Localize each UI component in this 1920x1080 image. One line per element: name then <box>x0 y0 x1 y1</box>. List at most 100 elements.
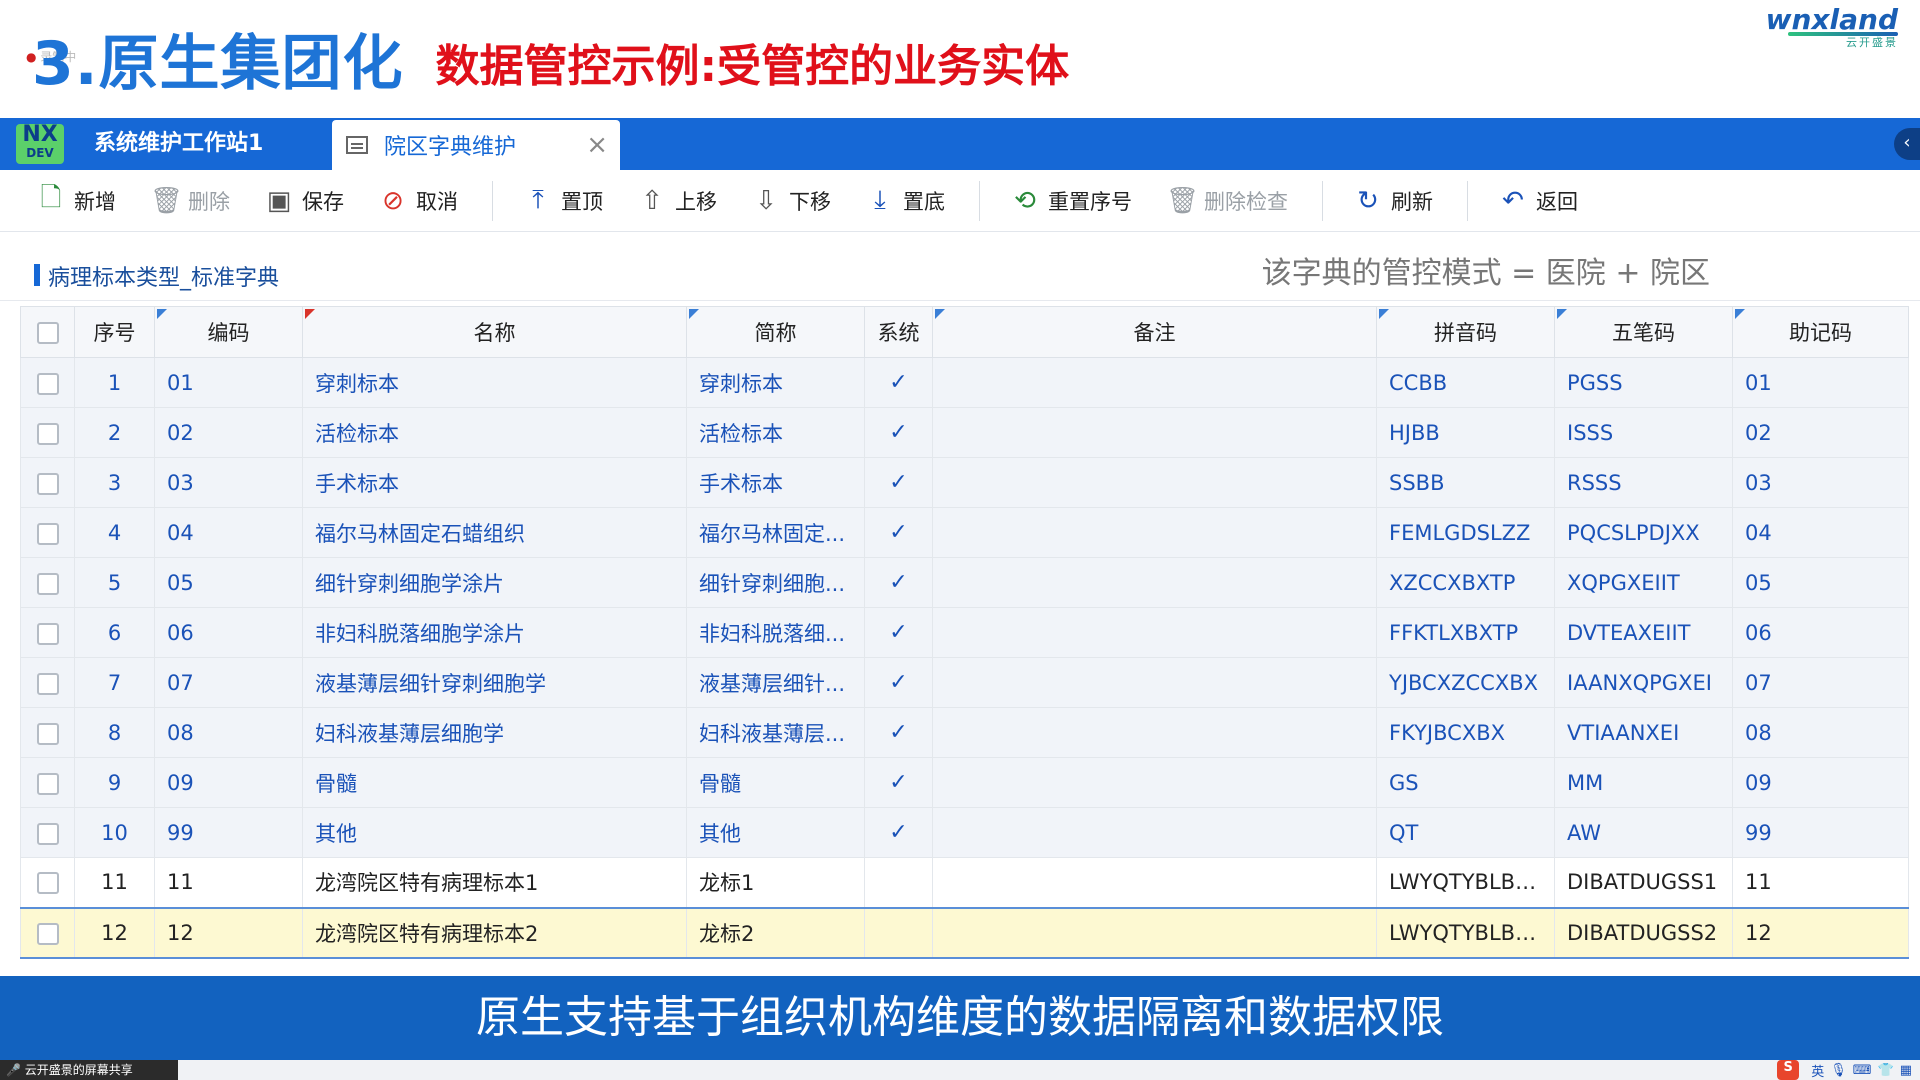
cell-seq[interactable]: 2 <box>74 407 155 458</box>
cell-code[interactable]: 06 <box>154 607 303 658</box>
row-checkbox[interactable] <box>36 672 59 695</box>
row-select-cell[interactable] <box>20 906 75 959</box>
cell-mnemonic[interactable]: 99 <box>1732 807 1909 858</box>
cell-short[interactable]: 福尔马林固定... <box>686 507 865 558</box>
cell-remark[interactable] <box>932 906 1377 959</box>
cell-mnemonic[interactable]: 04 <box>1732 507 1909 558</box>
table-row[interactable]: 9 09 骨髓 骨髓 ✓ GS MM 09 <box>20 757 1909 808</box>
header-name[interactable]: 名称 <box>302 306 687 358</box>
cell-seq[interactable]: 12 <box>74 906 155 959</box>
header-select-all[interactable] <box>20 306 75 358</box>
cell-code[interactable]: 05 <box>154 557 303 608</box>
cell-seq[interactable]: 8 <box>74 707 155 758</box>
cell-short[interactable]: 液基薄层细针... <box>686 657 865 708</box>
cell-code[interactable]: 99 <box>154 807 303 858</box>
cell-name[interactable]: 手术标本 <box>302 457 687 508</box>
ime-logo-icon[interactable]: S <box>1777 1060 1800 1080</box>
row-checkbox[interactable] <box>36 872 59 895</box>
cell-wubi[interactable]: PGSS <box>1554 357 1733 408</box>
cell-wubi[interactable]: PQCSLPDJXX <box>1554 507 1733 558</box>
cell-short[interactable]: 龙标2 <box>686 906 865 959</box>
cell-remark[interactable] <box>932 607 1377 658</box>
cell-name[interactable]: 龙湾院区特有病理标本2 <box>302 906 687 959</box>
cell-mnemonic[interactable]: 03 <box>1732 457 1909 508</box>
cell-pinyin[interactable]: HJBB <box>1376 407 1555 458</box>
cell-name[interactable]: 液基薄层细针穿刺细胞学 <box>302 657 687 708</box>
keyboard-icon[interactable]: ⌨ <box>1853 1063 1872 1078</box>
cell-wubi[interactable]: AW <box>1554 807 1733 858</box>
cell-mnemonic[interactable]: 11 <box>1732 857 1909 908</box>
tab-workstation[interactable]: 系统维护工作站1 <box>94 118 263 170</box>
refresh-button[interactable]: ↻ 刷新 <box>1353 186 1433 216</box>
move-down-button[interactable]: ⇩ 下移 <box>751 186 831 216</box>
cell-remark[interactable] <box>932 507 1377 558</box>
add-button[interactable]: 🗋 新增 <box>36 179 116 223</box>
row-select-cell[interactable] <box>20 507 75 558</box>
microphone-icon[interactable]: 🎙 <box>1830 1063 1847 1078</box>
cell-code[interactable]: 04 <box>154 507 303 558</box>
cell-name[interactable]: 其他 <box>302 807 687 858</box>
row-checkbox[interactable] <box>36 472 59 495</box>
cell-remark[interactable] <box>932 657 1377 708</box>
cell-pinyin[interactable]: YJBCXZCCXBX <box>1376 657 1555 708</box>
cell-code[interactable]: 03 <box>154 457 303 508</box>
row-checkbox[interactable] <box>36 372 59 395</box>
cell-wubi[interactable]: IAANXQPGXEI <box>1554 657 1733 708</box>
screen-share-indicator[interactable]: 🎤 云开盛景的屏幕共享 <box>0 1060 178 1080</box>
table-row[interactable]: 4 04 福尔马林固定石蜡组织 福尔马林固定... ✓ FEMLGDSLZZ P… <box>20 507 1909 558</box>
cell-code[interactable]: 09 <box>154 757 303 808</box>
table-row-selected[interactable]: 12 12 龙湾院区特有病理标本2 龙标2 LWYQTYBLBB2 DIBATD… <box>20 906 1909 959</box>
cell-code[interactable]: 11 <box>154 857 303 908</box>
close-tab-icon[interactable]: × <box>586 130 608 160</box>
table-row[interactable]: 7 07 液基薄层细针穿刺细胞学 液基薄层细针... ✓ YJBCXZCCXBX… <box>20 657 1909 708</box>
row-checkbox[interactable] <box>36 522 59 545</box>
row-select-cell[interactable] <box>20 757 75 808</box>
row-select-cell[interactable] <box>20 657 75 708</box>
cell-seq[interactable]: 9 <box>74 757 155 808</box>
table-row[interactable]: 5 05 细针穿刺细胞学涂片 细针穿刺细胞... ✓ XZCCXBXTP XQP… <box>20 557 1909 608</box>
cell-name[interactable]: 福尔马林固定石蜡组织 <box>302 507 687 558</box>
header-seq[interactable]: 序号 <box>74 306 155 358</box>
cell-mnemonic[interactable]: 06 <box>1732 607 1909 658</box>
cell-seq[interactable]: 10 <box>74 807 155 858</box>
cell-remark[interactable] <box>932 757 1377 808</box>
cancel-button[interactable]: ⊘ 取消 <box>378 186 458 216</box>
cell-remark[interactable] <box>932 557 1377 608</box>
reset-sequence-button[interactable]: ⟲ 重置序号 <box>1010 186 1132 216</box>
cell-pinyin[interactable]: FKYJBCXBX <box>1376 707 1555 758</box>
row-checkbox[interactable] <box>36 572 59 595</box>
header-mnemonic[interactable]: 助记码 <box>1732 306 1909 358</box>
cell-name[interactable]: 龙湾院区特有病理标本1 <box>302 857 687 908</box>
cell-pinyin[interactable]: QT <box>1376 807 1555 858</box>
cell-remark[interactable] <box>932 857 1377 908</box>
cell-wubi[interactable]: DIBATDUGSS1 <box>1554 857 1733 908</box>
cell-name[interactable]: 穿刺标本 <box>302 357 687 408</box>
row-select-cell[interactable] <box>20 557 75 608</box>
cell-mnemonic[interactable]: 08 <box>1732 707 1909 758</box>
cell-wubi[interactable]: DVTEAXEIIT <box>1554 607 1733 658</box>
cell-code[interactable]: 07 <box>154 657 303 708</box>
back-button[interactable]: ↶ 返回 <box>1498 186 1578 216</box>
cell-mnemonic[interactable]: 02 <box>1732 407 1909 458</box>
header-system[interactable]: 系统 <box>864 306 933 358</box>
save-button[interactable]: ▣ 保存 <box>264 186 344 216</box>
header-short[interactable]: 简称 <box>686 306 865 358</box>
tab-campus-dictionary[interactable]: 院区字典维护 × <box>332 120 620 170</box>
cell-wubi[interactable]: VTIAANXEI <box>1554 707 1733 758</box>
cell-wubi[interactable]: MM <box>1554 757 1733 808</box>
table-row[interactable]: 3 03 手术标本 手术标本 ✓ SSBB RSSS 03 <box>20 457 1909 508</box>
cell-short[interactable]: 骨髓 <box>686 757 865 808</box>
cell-short[interactable]: 非妇科脱落细... <box>686 607 865 658</box>
row-select-cell[interactable] <box>20 607 75 658</box>
row-select-cell[interactable] <box>20 357 75 408</box>
cell-short[interactable]: 细针穿刺细胞... <box>686 557 865 608</box>
table-row[interactable]: 2 02 活检标本 活检标本 ✓ HJBB ISSS 02 <box>20 407 1909 458</box>
table-row[interactable]: 10 99 其他 其他 ✓ QT AW 99 <box>20 807 1909 858</box>
cell-code[interactable]: 02 <box>154 407 303 458</box>
grid-icon[interactable]: ▦ <box>1900 1063 1912 1078</box>
move-bottom-button[interactable]: ⤓ 置底 <box>865 185 945 216</box>
collapse-icon[interactable]: ‹ <box>1894 128 1920 160</box>
cell-seq[interactable]: 11 <box>74 857 155 908</box>
cell-seq[interactable]: 1 <box>74 357 155 408</box>
cell-seq[interactable]: 5 <box>74 557 155 608</box>
